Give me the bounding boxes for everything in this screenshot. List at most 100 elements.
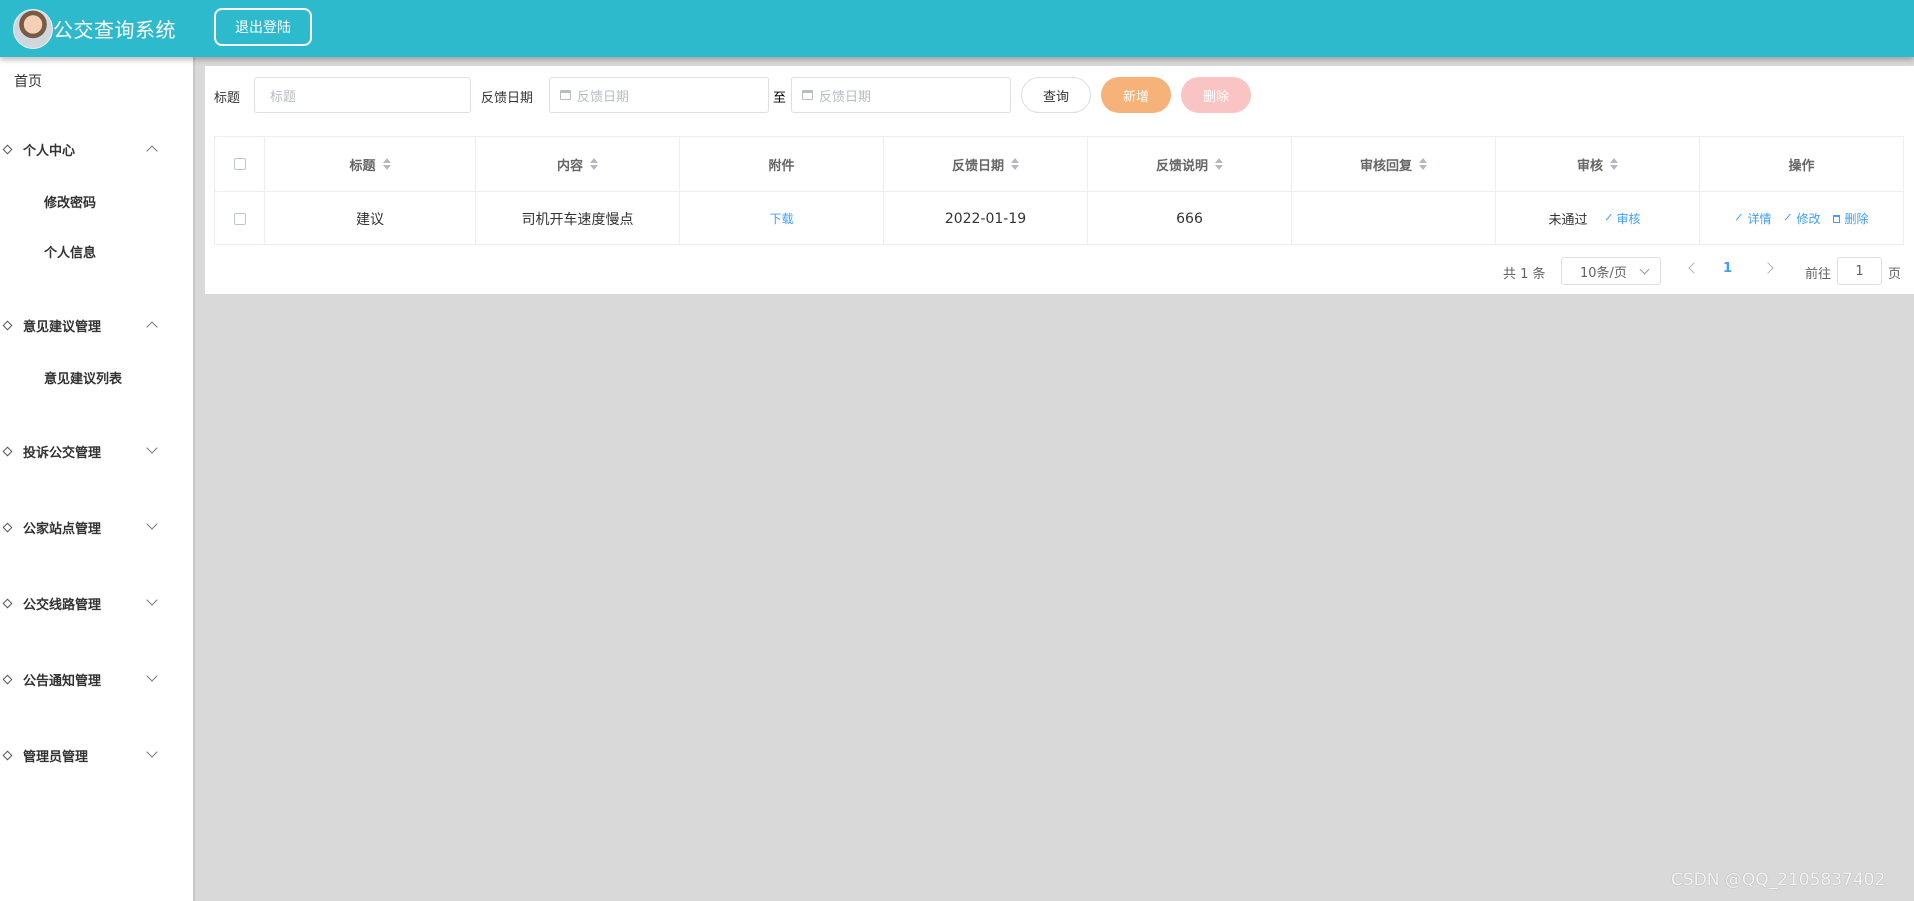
page-suffix: 页 — [1888, 267, 1902, 282]
sidebar-group-label: 意见建议管理 — [23, 320, 102, 335]
add-button[interactable]: 新增 — [1101, 77, 1171, 113]
diamond-icon — [2, 320, 13, 331]
page-size-select[interactable]: 10条/页 — [1561, 257, 1661, 285]
select-all-cell — [215, 137, 265, 191]
column-header-label: 反馈说明 — [1155, 158, 1208, 174]
pagination-total: 共 1 条 — [1503, 267, 1546, 282]
diamond-icon — [2, 522, 13, 533]
delete-link: 删除 — [1844, 212, 1869, 226]
date-end-input[interactable]: 反馈日期 — [791, 77, 1011, 113]
column-header-label: 附件 — [768, 158, 795, 174]
column-header-review[interactable]: 审核 — [1496, 137, 1700, 191]
sort-icon — [1011, 158, 1019, 170]
diamond-icon — [2, 674, 13, 685]
cell-content: 司机开车速度慢点 — [476, 192, 680, 245]
app-title: 公交查询系统 — [53, 18, 176, 42]
diamond-icon — [2, 750, 13, 761]
cell-attachment: 下载 — [680, 192, 884, 245]
column-header-label: 审核回复 — [1359, 158, 1412, 174]
edit-icon — [1783, 212, 1792, 221]
sidebar-group-label: 个人中心 — [23, 144, 76, 159]
chevron-down-icon — [1639, 264, 1650, 275]
page-size-value: 10条/页 — [1580, 265, 1627, 281]
sidebar-group-label: 公交线路管理 — [23, 598, 102, 613]
calendar-icon — [560, 90, 571, 100]
sidebar-group-label: 管理员管理 — [23, 750, 89, 765]
calendar-icon — [802, 90, 813, 100]
sidebar-divider — [193, 57, 195, 901]
review-link: 审核 — [1616, 212, 1641, 226]
sidebar-item-home[interactable]: 首页 — [14, 71, 42, 91]
chevron-down-icon — [146, 670, 158, 682]
delete-action[interactable]: 删除 — [1832, 210, 1869, 227]
cell-date: 2022-01-19 — [884, 192, 1088, 245]
chevron-up-icon — [146, 321, 158, 333]
diamond-icon — [2, 446, 13, 457]
column-header-title[interactable]: 标题 — [265, 137, 476, 191]
detail-link: 详情 — [1747, 212, 1772, 226]
table-row: 建议 司机开车速度慢点 下载 2022-01-19 666 未通过 审核 详情 … — [215, 192, 1903, 245]
column-header-label: 操作 — [1788, 158, 1815, 174]
sidebar-group-personal-center[interactable]: 个人中心 — [0, 140, 193, 160]
goto-page-input[interactable]: 1 — [1837, 257, 1882, 285]
chevron-up-icon — [146, 145, 158, 157]
sort-icon — [1610, 158, 1618, 170]
sidebar-group-admins[interactable]: 管理员管理 — [0, 746, 193, 766]
chevron-down-icon — [146, 594, 158, 606]
sidebar-group-label: 公告通知管理 — [23, 674, 102, 689]
sidebar — [0, 57, 193, 901]
sidebar-item-change-password[interactable]: 修改密码 — [44, 192, 96, 211]
sort-icon — [1419, 158, 1427, 170]
download-link[interactable]: 下载 — [769, 210, 793, 227]
table-header-row: 标题 内容 附件 反馈日期 反馈说明 审核回复 审核 操作 — [215, 137, 1903, 192]
sidebar-group-routes[interactable]: 公交线路管理 — [0, 594, 193, 614]
row-select-cell — [215, 192, 265, 245]
query-button[interactable]: 查询 — [1021, 77, 1091, 113]
review-action[interactable]: 审核 — [1603, 210, 1641, 227]
suggestion-table: 标题 内容 附件 反馈日期 反馈说明 审核回复 审核 操作 建议 司机开车速度慢… — [214, 136, 1904, 245]
logout-button[interactable]: 退出登陆 — [214, 8, 312, 46]
cell-feedback: 666 — [1088, 192, 1292, 245]
column-header-content[interactable]: 内容 — [476, 137, 680, 191]
chevron-down-icon — [146, 746, 158, 758]
trash-icon — [1832, 214, 1840, 223]
column-header-feedback[interactable]: 反馈说明 — [1088, 137, 1292, 191]
cell-title: 建议 — [265, 192, 476, 245]
sidebar-group-complaints[interactable]: 投诉公交管理 — [0, 442, 193, 462]
current-page[interactable]: 1 — [1723, 261, 1732, 276]
watermark: CSDN @QQ_2105837402 — [1671, 870, 1886, 890]
review-status: 未通过 — [1548, 213, 1588, 228]
chevron-down-icon — [146, 518, 158, 530]
date-range-separator: 至 — [773, 91, 787, 106]
diamond-icon — [2, 598, 13, 609]
column-header-label: 反馈日期 — [951, 158, 1004, 174]
sidebar-group-label: 公家站点管理 — [23, 522, 102, 537]
column-header-label: 内容 — [556, 158, 583, 174]
date-start-input[interactable]: 反馈日期 — [549, 77, 769, 113]
select-all-checkbox[interactable] — [233, 158, 246, 170]
title-search-input[interactable]: 标题 — [254, 77, 471, 113]
sort-icon — [590, 158, 598, 170]
batch-delete-button[interactable]: 删除 — [1181, 77, 1251, 113]
detail-action[interactable]: 详情 — [1734, 210, 1771, 227]
sidebar-item-suggestion-list[interactable]: 意见建议列表 — [44, 368, 122, 387]
modify-action[interactable]: 修改 — [1783, 210, 1821, 227]
sidebar-group-suggestions[interactable]: 意见建议管理 — [0, 316, 193, 336]
column-header-reply[interactable]: 审核回复 — [1292, 137, 1496, 191]
sidebar-group-notices[interactable]: 公告通知管理 — [0, 670, 193, 690]
cell-reply — [1292, 192, 1496, 245]
sidebar-group-label: 投诉公交管理 — [23, 446, 102, 461]
edit-icon — [1734, 212, 1743, 221]
column-header-attachment: 附件 — [680, 137, 884, 191]
date-filter-label: 反馈日期 — [481, 91, 534, 106]
edit-icon — [1603, 212, 1612, 221]
row-checkbox[interactable] — [233, 212, 246, 225]
avatar — [13, 9, 53, 49]
chevron-down-icon — [146, 442, 158, 454]
column-header-actions: 操作 — [1700, 137, 1903, 191]
column-header-label: 审核 — [1576, 158, 1603, 174]
sort-icon — [1215, 158, 1223, 170]
sidebar-group-stations[interactable]: 公家站点管理 — [0, 518, 193, 538]
sidebar-item-personal-info[interactable]: 个人信息 — [44, 242, 96, 261]
column-header-date[interactable]: 反馈日期 — [884, 137, 1088, 191]
